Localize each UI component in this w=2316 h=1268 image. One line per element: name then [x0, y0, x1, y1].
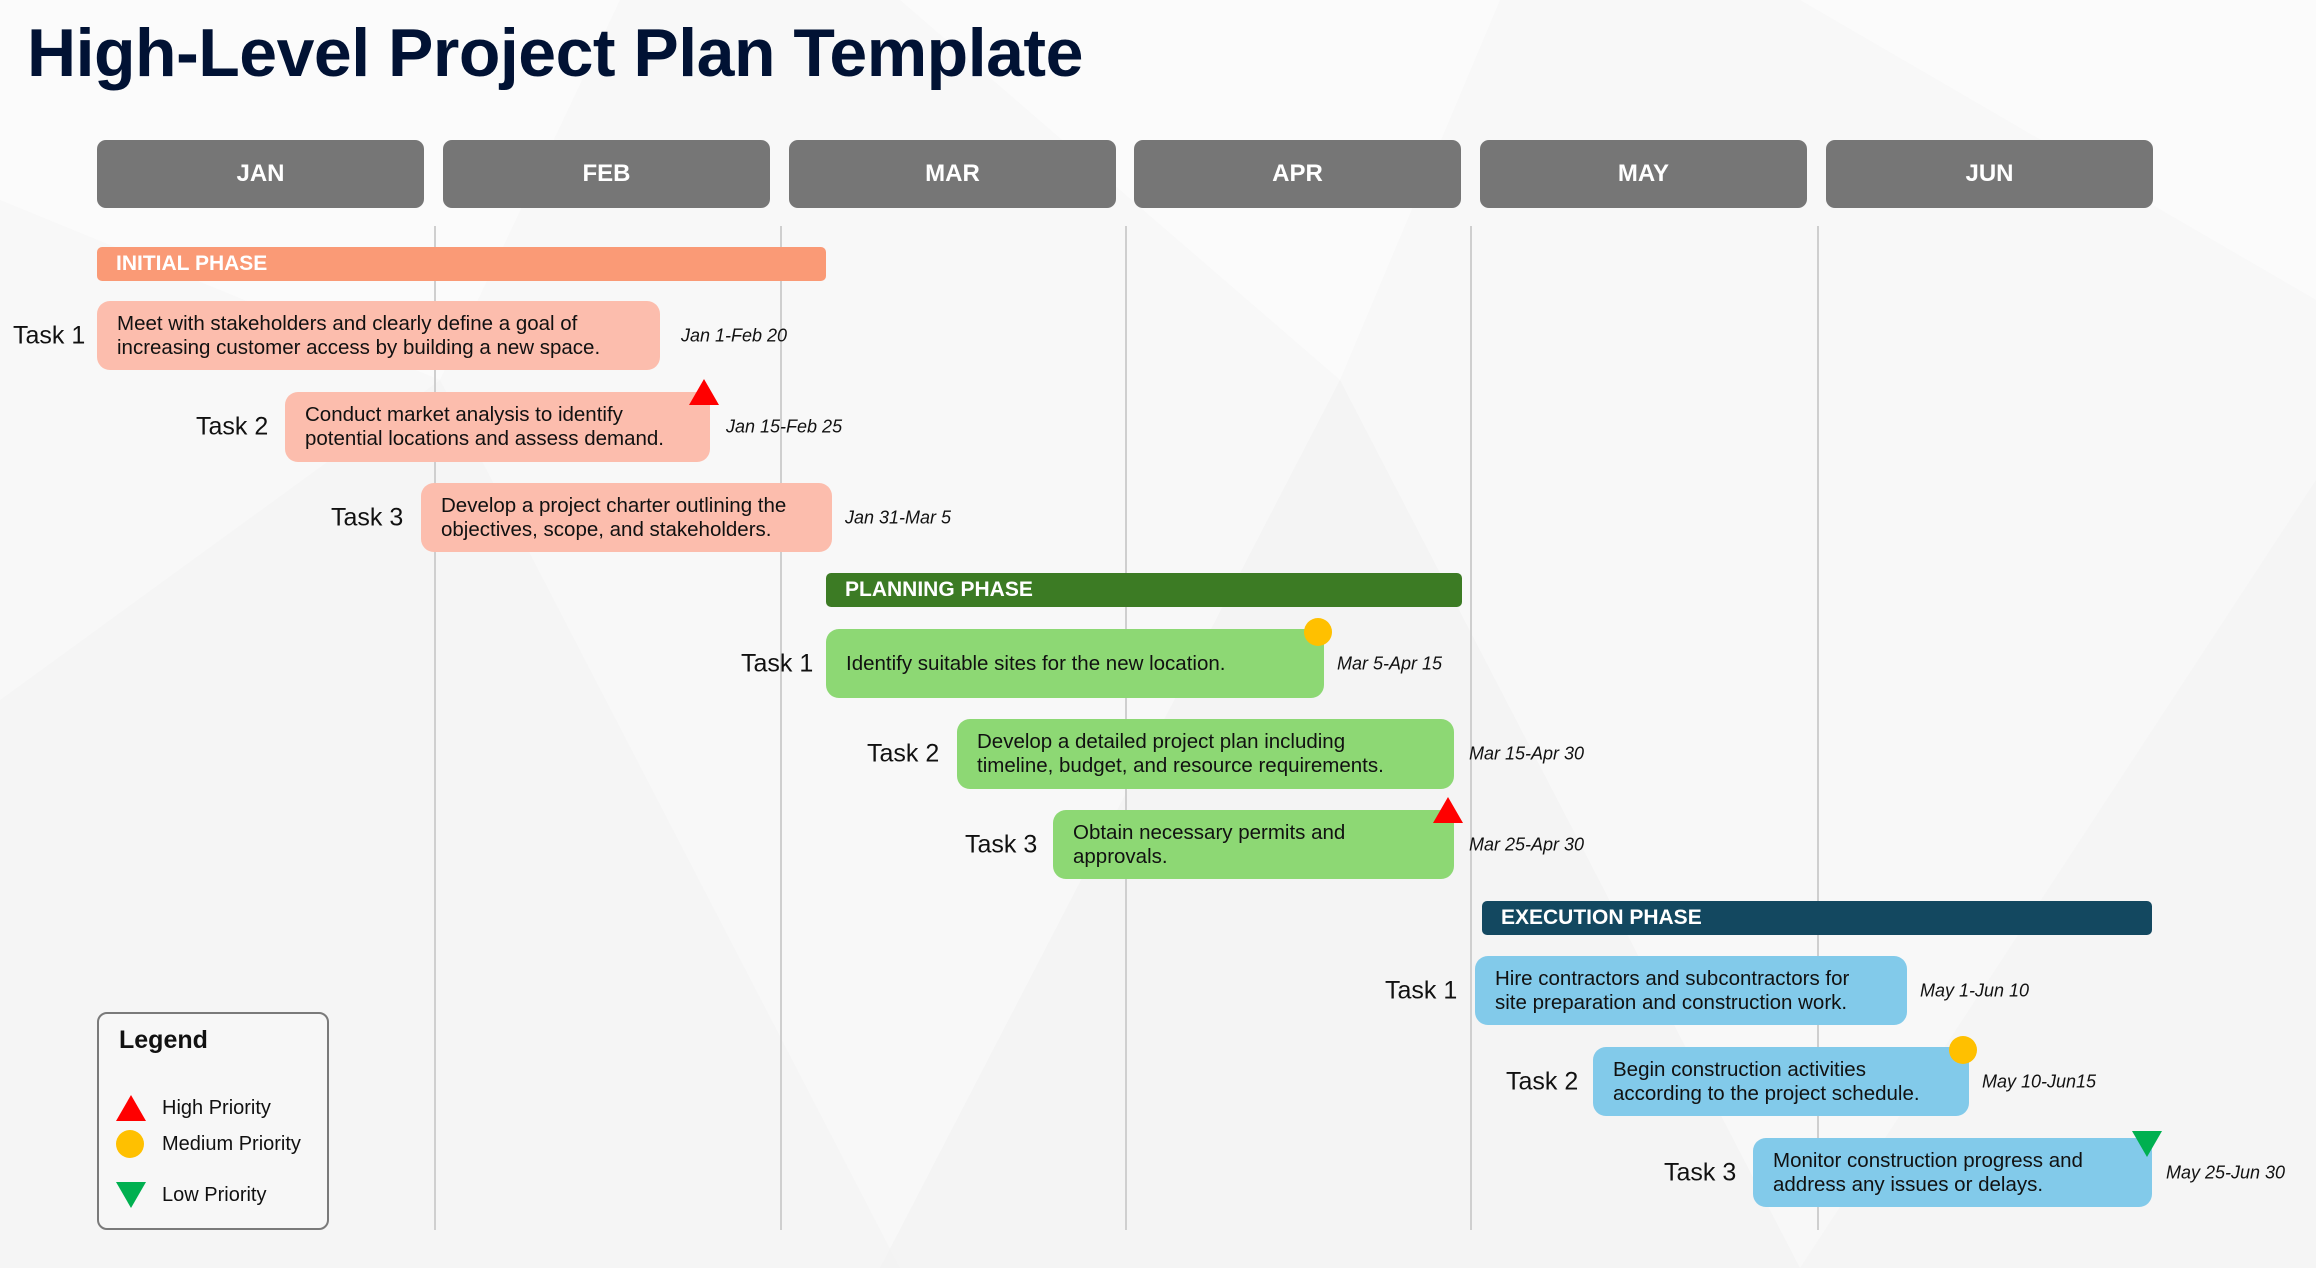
task-label: Task 2 [1506, 1067, 1579, 1095]
task-date-range: Jan 15-Feb 25 [726, 416, 843, 437]
legend-item-low: Low Priority [116, 1180, 266, 1210]
gridline [1470, 226, 1472, 1230]
legend: Legend High Priority Medium Priority Low… [97, 1012, 329, 1230]
gridline [434, 226, 436, 1230]
task-description-line: according to the project schedule. [1613, 1081, 1920, 1105]
page-title: High-Level Project Plan Template [27, 15, 1083, 91]
task-date-range: Jan 1-Feb 20 [681, 325, 788, 345]
task-description: Meet with stakeholders and clearly defin… [117, 312, 600, 360]
task-label: Task 3 [965, 830, 1038, 858]
legend-label: Low Priority [162, 1183, 267, 1206]
task-bar[interactable]: Identify suitable sites for the new loca… [826, 629, 1324, 698]
task-bar[interactable]: Conduct market analysis to identify poten… [285, 392, 710, 462]
task-date-range: May 25-Jun 30 [2166, 1162, 2286, 1182]
task-description-line: approvals. [1073, 844, 1168, 868]
phase-bar-execution: EXECUTION PHASE [1482, 901, 2152, 935]
legend-item-high: High Priority [116, 1093, 271, 1123]
task-description-line: timeline, budget, and resource requireme… [977, 754, 1384, 777]
medium-priority-circle-icon [1304, 618, 1332, 646]
legend-label: High Priority [162, 1096, 271, 1119]
task-bar[interactable]: Develop a detailed project plan includin… [957, 719, 1454, 789]
task-description-line: Hire contractors and subcontractors for [1495, 966, 1850, 990]
task-date-range: Mar 15-Apr 30 [1469, 743, 1585, 764]
month-header-jun: JUN [1826, 140, 2153, 208]
task-description-line: Develop a detailed project plan includin… [977, 730, 1346, 753]
task-description: Hire contractors and subcontractors for s… [1495, 967, 1849, 1015]
task-description-line: Meet with stakeholders and clearly defin… [117, 311, 578, 335]
month-header-jan: JAN [97, 140, 424, 208]
legend-title: Legend [119, 1026, 208, 1054]
task-label: Task 1 [741, 649, 814, 677]
task-description-line: Identify suitable sites for the new loca… [846, 651, 1226, 675]
task-label: Task 2 [867, 739, 940, 768]
task-label: Task 3 [331, 503, 404, 531]
task-description-line: address any issues or delays. [1773, 1172, 2044, 1196]
task-bar[interactable]: Meet with stakeholders and clearly defin… [97, 301, 660, 370]
task-description-line: Obtain necessary permits and [1073, 820, 1346, 844]
task-bar[interactable]: Obtain necessary permits and approvals. [1053, 810, 1454, 879]
task-bar[interactable]: Begin construction activities according t… [1593, 1047, 1969, 1116]
phase-bar-initial: INITIAL PHASE [97, 247, 826, 281]
task-date-range: May 10-Jun15 [1982, 1071, 2097, 1091]
high-priority-triangle-icon [689, 379, 719, 405]
task-description-line: objectives, scope, and stakeholders. [441, 517, 772, 541]
low-priority-triangle-icon [116, 1182, 146, 1208]
task-description-line: Develop a project charter outlining the [441, 493, 787, 517]
task-bar[interactable]: Hire contractors and subcontractors for s… [1475, 956, 1907, 1025]
task-description-line: Begin construction activities [1613, 1057, 1866, 1081]
task-description: Identify suitable sites for the new loca… [846, 652, 1225, 676]
task-description: Develop a detailed project plan includin… [977, 730, 1384, 778]
task-description-line: Monitor construction progress and [1773, 1148, 2083, 1172]
gridline [780, 226, 782, 1230]
medium-priority-circle-icon [116, 1130, 144, 1158]
high-priority-triangle-icon [1433, 797, 1463, 823]
task-date-range: Mar 5-Apr 15 [1337, 653, 1443, 673]
legend-label: Medium Priority [162, 1132, 301, 1155]
task-description: Begin construction activities according t… [1613, 1058, 1920, 1106]
task-date-range: Jan 31-Mar 5 [845, 507, 952, 527]
phase-bar-planning: PLANNING PHASE [826, 573, 1462, 607]
task-label: Task 3 [1664, 1158, 1737, 1186]
task-description-line: site preparation and construction work. [1495, 990, 1848, 1014]
task-label: Task 1 [13, 321, 86, 349]
task-date-range: Mar 25-Apr 30 [1469, 834, 1585, 854]
task-label: Task 1 [1385, 976, 1458, 1004]
legend-item-medium: Medium Priority [116, 1129, 301, 1159]
task-description: Conduct market analysis to identify poten… [305, 403, 664, 451]
task-description: Develop a project charter outlining the o… [441, 494, 786, 542]
month-header-apr: APR [1134, 140, 1461, 208]
month-header-feb: FEB [443, 140, 770, 208]
task-description-line: Conduct market analysis to identify [305, 403, 623, 426]
high-priority-triangle-icon [116, 1095, 146, 1121]
month-header-may: MAY [1480, 140, 1807, 208]
task-bar[interactable]: Monitor construction progress and address… [1753, 1138, 2152, 1207]
task-label: Task 2 [196, 412, 269, 441]
task-description: Obtain necessary permits and approvals. [1073, 821, 1345, 869]
medium-priority-circle-icon [1949, 1036, 1977, 1064]
task-date-range: May 1-Jun 10 [1920, 980, 2030, 1000]
task-description-line: increasing customer access by building a… [117, 335, 601, 359]
task-description-line: potential locations and assess demand. [305, 427, 664, 450]
month-header-mar: MAR [789, 140, 1116, 208]
low-priority-triangle-icon [2132, 1131, 2162, 1157]
task-description: Monitor construction progress and address… [1773, 1149, 2083, 1197]
task-bar[interactable]: Develop a project charter outlining the o… [421, 483, 832, 552]
